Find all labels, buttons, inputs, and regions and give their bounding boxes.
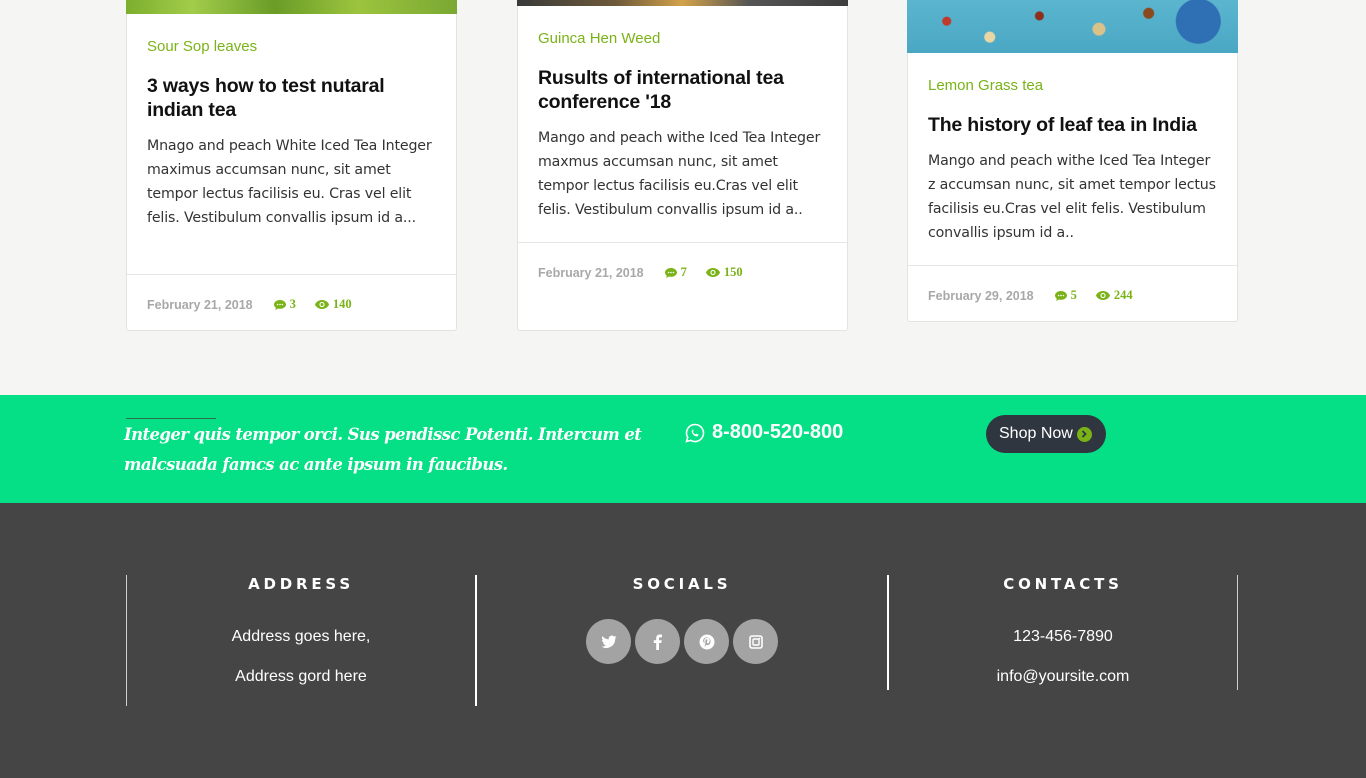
comment-count: 7 <box>680 265 687 279</box>
card-date: February 29, 2018 <box>928 288 1034 303</box>
card-meta: February 29, 2018 5 244 <box>928 288 1151 303</box>
card-category[interactable]: Sour Sop leaves <box>147 38 257 55</box>
card-date: February 21, 2018 <box>538 265 644 280</box>
address-line-1: Address goes here, <box>231 628 371 645</box>
card-title[interactable]: The history of leaf tea in India <box>928 113 1219 137</box>
card-image-tea-food[interactable] <box>517 0 848 6</box>
eye-icon <box>705 268 720 277</box>
comment-count: 3 <box>289 297 296 311</box>
pinterest-icon[interactable] <box>684 619 729 664</box>
comment-icon <box>1054 290 1067 301</box>
eye-icon <box>314 300 329 309</box>
social-links <box>477 619 887 664</box>
blog-cards-section: Sour Sop leaves 3 ways how to test nutar… <box>0 0 1366 395</box>
blog-card[interactable]: Sour Sop leaves 3 ways how to test nutar… <box>126 0 457 331</box>
footer-divider <box>1237 575 1238 690</box>
footer-address: ADDRESS Address goes here, Address gord … <box>127 575 475 686</box>
eye-icon <box>1095 291 1110 300</box>
view-count: 150 <box>723 265 743 279</box>
comment-icon <box>273 299 286 310</box>
cta-rule <box>126 418 216 419</box>
card-views: 244 <box>1095 288 1133 303</box>
card-views: 140 <box>314 297 352 312</box>
blog-card[interactable]: Guinca Hen Weed Rusults of international… <box>517 0 848 331</box>
address-heading: ADDRESS <box>248 575 354 593</box>
cta-phone-number: 8-800-520-800 <box>712 421 844 443</box>
card-image-spices[interactable] <box>907 0 1238 53</box>
card-title[interactable]: Rusults of international tea conference … <box>538 66 829 114</box>
card-comments[interactable]: 7 <box>664 265 687 280</box>
card-comments[interactable]: 5 <box>1054 288 1077 303</box>
card-meta: February 21, 2018 3 140 <box>147 297 370 312</box>
shop-now-button[interactable]: Shop Now <box>986 415 1106 453</box>
footer-socials: SOCIALS <box>477 575 887 664</box>
comment-count: 5 <box>1070 288 1077 302</box>
cta-phone[interactable]: 8-800-520-800 <box>685 421 843 444</box>
card-excerpt: Mango and peach withe Iced Tea Integer m… <box>538 130 821 218</box>
card-category[interactable]: Guinca Hen Weed <box>538 30 660 47</box>
cta-tagline: Integer quis tempor orci. Sus pendissc P… <box>124 425 642 474</box>
arrow-right-circle-icon <box>1076 426 1092 442</box>
card-excerpt: Mango and peach withe Iced Tea Integer z… <box>928 153 1216 241</box>
comment-icon <box>664 267 677 278</box>
address-line-2: Address gord here <box>235 668 367 685</box>
card-views: 150 <box>705 265 743 280</box>
socials-heading: SOCIALS <box>632 575 732 593</box>
twitter-icon[interactable] <box>586 619 631 664</box>
view-count: 244 <box>1113 288 1133 302</box>
card-meta: February 21, 2018 7 150 <box>538 265 761 280</box>
card-category[interactable]: Lemon Grass tea <box>928 77 1043 94</box>
card-date: February 21, 2018 <box>147 297 253 312</box>
instagram-icon[interactable] <box>733 619 778 664</box>
cta-banner: Integer quis tempor orci. Sus pendissc P… <box>0 395 1366 503</box>
card-comments[interactable]: 3 <box>273 297 296 312</box>
contacts-heading: CONTACTS <box>1003 575 1123 593</box>
site-footer: ADDRESS Address goes here, Address gord … <box>0 503 1366 778</box>
contact-email[interactable]: info@yoursite.com <box>889 668 1237 686</box>
shop-now-label: Shop Now <box>999 425 1073 442</box>
card-title[interactable]: 3 ways how to test nutaral indian tea <box>147 74 438 122</box>
blog-card[interactable]: Lemon Grass tea The history of leaf tea … <box>907 0 1238 322</box>
card-excerpt: Mnago and peach White Iced Tea Integer m… <box>147 138 432 226</box>
card-image-tea-leaves[interactable] <box>126 0 457 14</box>
facebook-icon[interactable] <box>635 619 680 664</box>
view-count: 140 <box>332 297 352 311</box>
footer-contacts: CONTACTS 123-456-7890 info@yoursite.com <box>889 575 1237 686</box>
card-divider <box>908 265 1237 266</box>
card-divider <box>518 242 847 243</box>
contact-phone[interactable]: 123-456-7890 <box>889 628 1237 646</box>
whatsapp-icon <box>685 423 705 443</box>
card-divider <box>127 274 456 275</box>
